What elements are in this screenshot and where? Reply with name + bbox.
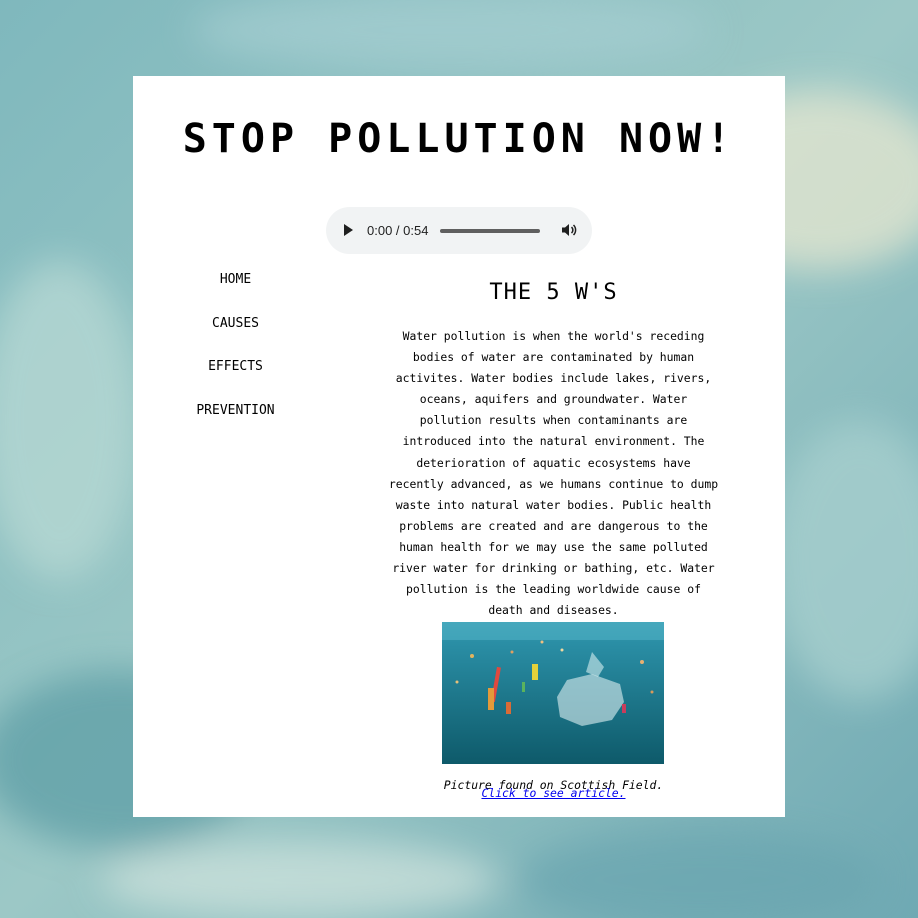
site-title: STOP POLLUTION NOW!: [182, 116, 736, 162]
audio-progress-track[interactable]: [440, 229, 540, 233]
nav-item-home[interactable]: HOME: [173, 272, 298, 316]
audio-time-display: 0:00 / 0:54: [367, 223, 429, 238]
nav-item-causes[interactable]: CAUSES: [173, 316, 298, 360]
ocean-plastic-photo: [442, 622, 664, 764]
nav-item-effects[interactable]: EFFECTS: [173, 359, 298, 403]
section-heading: THE 5 W'S: [489, 280, 618, 305]
volume-icon[interactable]: [561, 222, 577, 238]
article-link[interactable]: Click to see article.: [388, 785, 719, 801]
audio-player[interactable]: 0:00 / 0:54: [326, 207, 592, 254]
play-icon[interactable]: [344, 224, 353, 236]
nav-item-prevention[interactable]: PREVENTION: [173, 403, 298, 447]
main-content: THE 5 W'S Water pollution is when the wo…: [388, 276, 719, 621]
side-nav: HOME CAUSES EFFECTS PREVENTION: [173, 272, 298, 446]
body-text: Water pollution is when the world's rece…: [388, 329, 719, 618]
content-card: STOP POLLUTION NOW! 0:00 / 0:54 HOME CAU…: [133, 76, 785, 817]
